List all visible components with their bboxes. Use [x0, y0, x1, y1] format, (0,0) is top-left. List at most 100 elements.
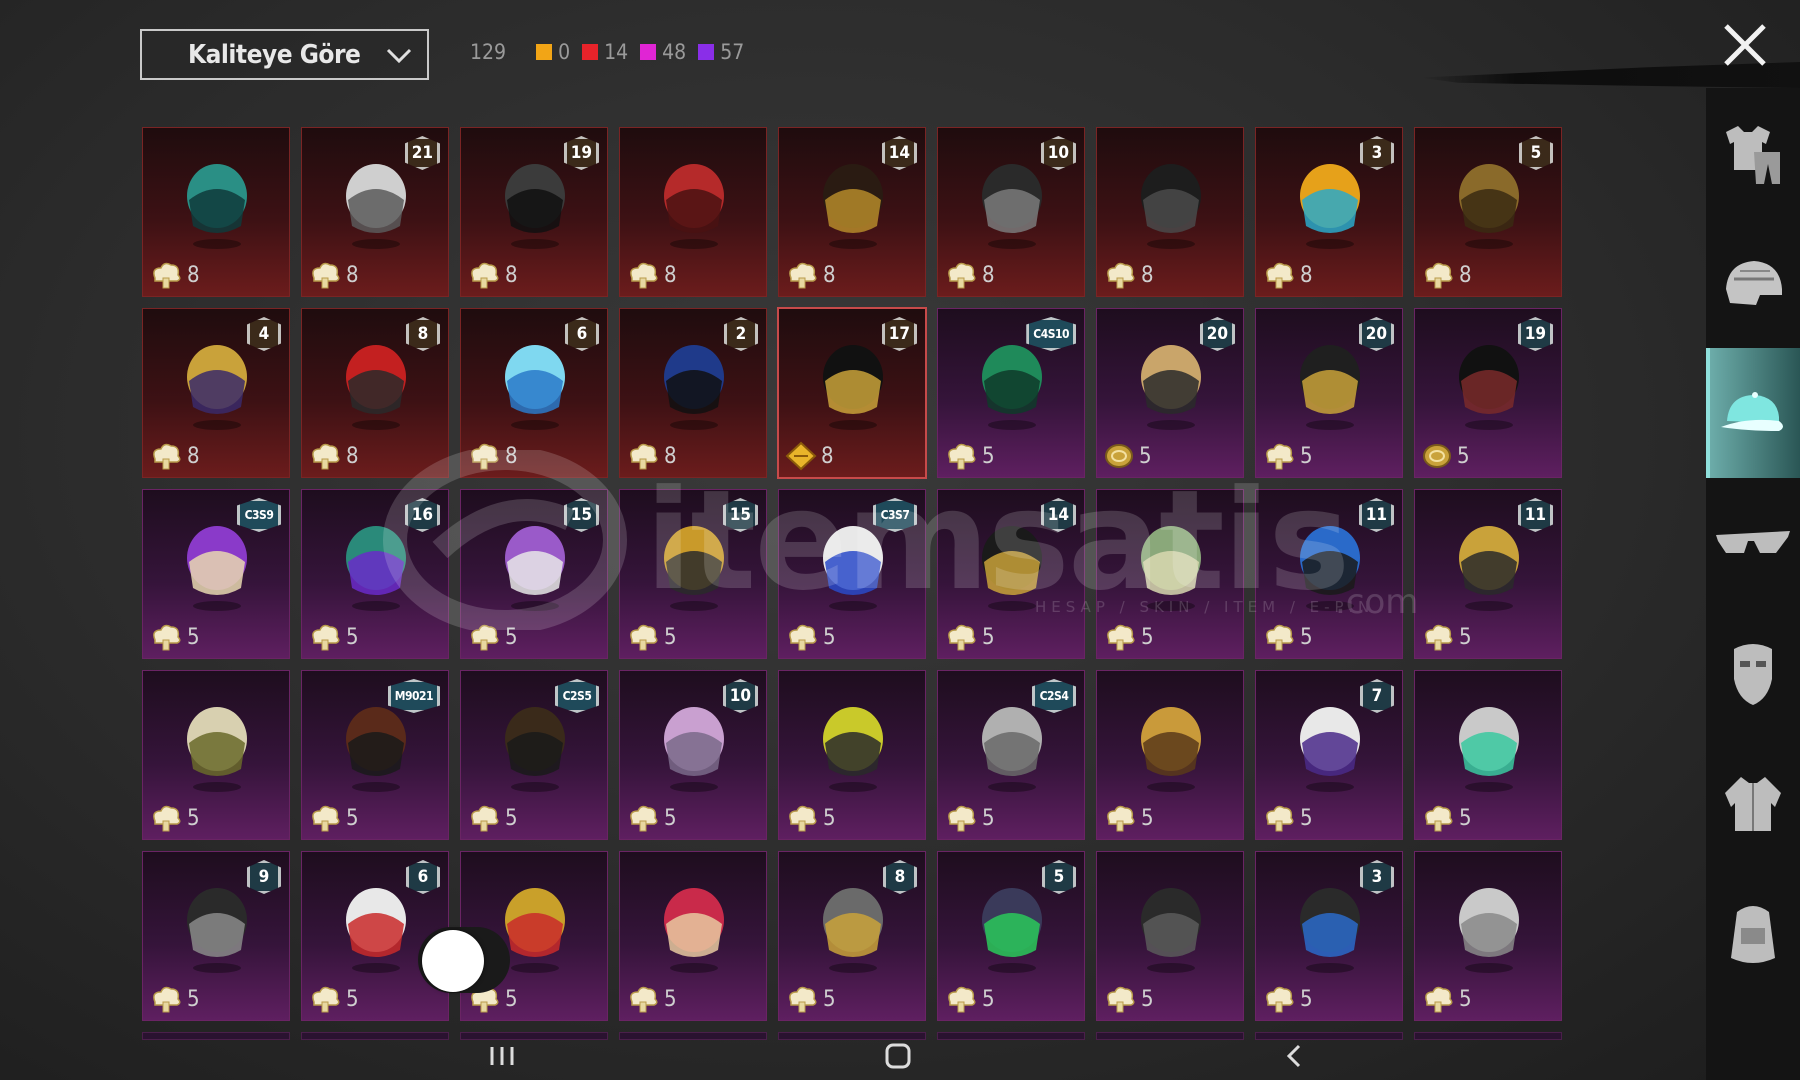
sidebar-item-jacket[interactable] [1706, 738, 1800, 868]
list-item[interactable]: C2S4 5 [937, 670, 1085, 840]
item-cost: 8 [1262, 260, 1313, 290]
list-item[interactable]: 35 [1255, 851, 1403, 1021]
item-cost: 8 [785, 260, 836, 290]
helmet-icon [1726, 261, 1782, 305]
list-item[interactable]: 20 5 [1096, 308, 1244, 478]
item-cost-value: 8 [1300, 262, 1313, 288]
item-thumbnail [346, 888, 406, 973]
list-item[interactable]: 11 5 [1414, 489, 1562, 659]
rarity-count-legendary: 0 [536, 40, 570, 64]
sidebar-item-outfit[interactable] [1706, 88, 1800, 218]
list-item[interactable]: 5 [778, 670, 926, 840]
list-item[interactable]: 85 [778, 851, 926, 1021]
list-item[interactable]: 17 8 [777, 307, 927, 479]
list-item[interactable]: 21 8 [301, 127, 449, 297]
item-cost-value: 5 [1459, 986, 1472, 1012]
list-item[interactable]: 19 8 [460, 127, 608, 297]
cloud-currency-icon [471, 262, 499, 289]
list-item[interactable]: 38 [1255, 127, 1403, 297]
sidebar-item-backpack[interactable] [1706, 868, 1800, 998]
list-item[interactable]: 68 [460, 308, 608, 478]
list-item[interactable]: 10 5 [619, 670, 767, 840]
list-item[interactable]: 5 [1414, 851, 1562, 1021]
list-item[interactable]: 88 [301, 308, 449, 478]
list-item[interactable]: C3S7 5 [778, 489, 926, 659]
item-thumbnail [664, 345, 724, 430]
sidebar-item-headwear[interactable] [1706, 348, 1800, 478]
item-cost-value: 8 [823, 262, 836, 288]
list-item[interactable]: 5 [619, 851, 767, 1021]
sidebar-item-eyewear[interactable] [1706, 478, 1800, 608]
item-cost: 5 [308, 622, 359, 652]
recent-apps-button[interactable] [472, 1038, 532, 1074]
list-item[interactable]: 20 5 [1255, 308, 1403, 478]
sidebar-item-mask[interactable] [1706, 608, 1800, 738]
cloud-currency-icon [1107, 805, 1135, 832]
cloud-currency-icon [1107, 262, 1135, 289]
floating-assistive-toggle[interactable] [418, 927, 510, 993]
cloud-currency-icon [312, 443, 340, 470]
list-item[interactable]: 15 5 [460, 489, 608, 659]
list-item[interactable]: 8 [142, 127, 290, 297]
list-item[interactable]: 8 [619, 127, 767, 297]
item-cost-value: 5 [505, 986, 518, 1012]
item-cost-value: 5 [1300, 624, 1313, 650]
list-item[interactable]: C2S5 5 [460, 670, 608, 840]
list-item[interactable]: 58 [1414, 127, 1562, 297]
item-thumbnail [1141, 526, 1201, 611]
list-item[interactable]: 5 [142, 670, 290, 840]
item-cost-value: 8 [187, 443, 200, 469]
list-item[interactable]: 95 [142, 851, 290, 1021]
close-icon[interactable] [1720, 20, 1770, 70]
item-cost-value: 5 [982, 443, 995, 469]
item-thumbnail [1459, 345, 1519, 430]
item-cost-value: 5 [1459, 624, 1472, 650]
item-cost-value: 5 [505, 624, 518, 650]
list-item[interactable]: 16 5 [301, 489, 449, 659]
item-cost-value: 5 [823, 805, 836, 831]
item-cost: 5 [308, 803, 359, 833]
cloud-currency-icon [630, 443, 658, 470]
list-item[interactable]: 28 [619, 308, 767, 478]
sidebar-item-helmet[interactable] [1706, 218, 1800, 348]
back-button[interactable] [1264, 1038, 1324, 1074]
list-item[interactable]: M9021 5 [301, 670, 449, 840]
item-thumbnail [664, 164, 724, 249]
list-item[interactable]: 55 [937, 851, 1085, 1021]
item-cost-value: 5 [982, 624, 995, 650]
list-item[interactable]: 14 5 [937, 489, 1085, 659]
item-cost-value: 8 [187, 262, 200, 288]
list-item[interactable]: 8 [1096, 127, 1244, 297]
list-item[interactable]: 19 5 [1414, 308, 1562, 478]
item-thumbnail [187, 164, 247, 249]
list-item[interactable]: C4S10 5 [937, 308, 1085, 478]
home-button[interactable] [868, 1038, 928, 1074]
sort-dropdown[interactable]: Kaliteye Göre [140, 29, 429, 80]
item-cost: 5 [1262, 803, 1313, 833]
list-item[interactable]: 10 8 [937, 127, 1085, 297]
total-count: 129 [470, 40, 507, 64]
rarity-count-value: 14 [604, 40, 629, 64]
list-item[interactable]: 48 [142, 308, 290, 478]
cloud-currency-icon [153, 624, 181, 651]
list-item[interactable]: 5 [1096, 851, 1244, 1021]
list-item[interactable]: C3S9 5 [142, 489, 290, 659]
list-item[interactable]: 11 5 [1255, 489, 1403, 659]
list-item[interactable]: 15 5 [619, 489, 767, 659]
list-item[interactable]: 5 [1096, 489, 1244, 659]
item-cost-value: 8 [505, 443, 518, 469]
list-item[interactable]: 5 [1096, 670, 1244, 840]
item-cost-value: 5 [1300, 986, 1313, 1012]
list-item[interactable]: 5 [1414, 670, 1562, 840]
rarity-swatch [640, 44, 657, 60]
item-cost: 5 [149, 803, 200, 833]
list-item[interactable]: 75 [1255, 670, 1403, 840]
recent-apps-icon [490, 1047, 514, 1065]
item-thumbnail [1459, 164, 1519, 249]
list-item[interactable]: 14 8 [778, 127, 926, 297]
cloud-currency-icon [1107, 624, 1135, 651]
item-cost: 8 [467, 441, 518, 471]
toggle-knob[interactable] [422, 930, 484, 992]
item-cost: 8 [626, 441, 677, 471]
cloud-currency-icon [1266, 805, 1294, 832]
